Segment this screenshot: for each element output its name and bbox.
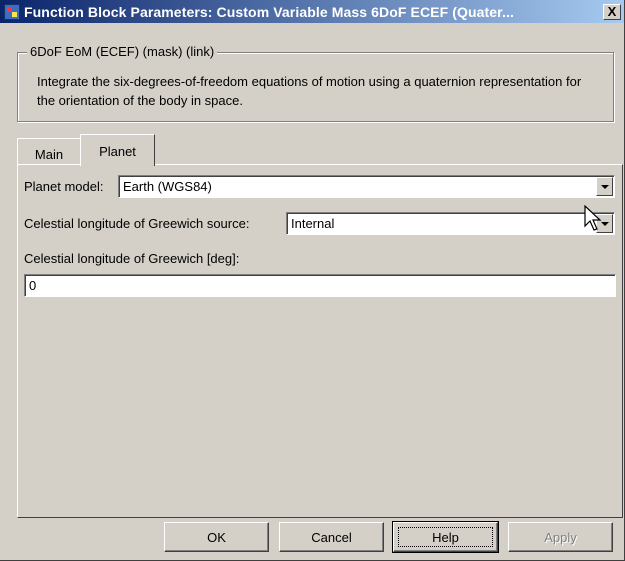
greenwich-deg-input[interactable]: 0 xyxy=(24,274,616,297)
cancel-button-label: Cancel xyxy=(311,530,352,545)
close-button[interactable]: X xyxy=(603,3,621,20)
greenwich-source-select[interactable]: Internal xyxy=(286,212,615,235)
tab-main-label: Main xyxy=(34,147,64,162)
greenwich-source-label: Celestial longitude of Greewich source: xyxy=(24,216,250,231)
greenwich-source-value: Internal xyxy=(291,216,335,231)
apply-button[interactable]: Apply xyxy=(508,522,613,552)
greenwich-deg-label: Celestial longitude of Greewich [deg]: xyxy=(24,251,240,266)
mouse-pointer-icon xyxy=(584,205,602,231)
app-icon xyxy=(4,3,20,20)
apply-button-label: Apply xyxy=(544,530,577,545)
planet-model-value: Earth (WGS84) xyxy=(123,179,212,194)
block-description: Integrate the six-degrees-of-freedom equ… xyxy=(37,74,582,108)
cancel-button[interactable]: Cancel xyxy=(279,522,384,552)
chevron-down-icon[interactable] xyxy=(596,177,613,196)
title-bar[interactable]: Function Block Parameters: Custom Variab… xyxy=(0,0,624,23)
planet-model-label: Planet model: xyxy=(24,179,104,194)
tab-main[interactable]: Main xyxy=(17,138,81,164)
ok-button[interactable]: OK xyxy=(164,522,269,552)
ok-button-label: OK xyxy=(207,530,226,545)
tab-planet-label: Planet xyxy=(99,144,136,159)
planet-model-select[interactable]: Earth (WGS84) xyxy=(118,175,615,198)
dialog-window: Function Block Parameters: Custom Variab… xyxy=(0,0,625,561)
help-button[interactable]: Help xyxy=(392,521,499,553)
tab-planet[interactable]: Planet xyxy=(80,134,155,166)
groupbox-title: 6DoF EoM (ECEF) (mask) (link) xyxy=(27,44,218,59)
close-icon: X xyxy=(607,4,617,19)
greenwich-deg-value: 0 xyxy=(29,278,37,293)
window-title: Function Block Parameters: Custom Variab… xyxy=(24,3,514,20)
focus-rect xyxy=(398,527,493,547)
